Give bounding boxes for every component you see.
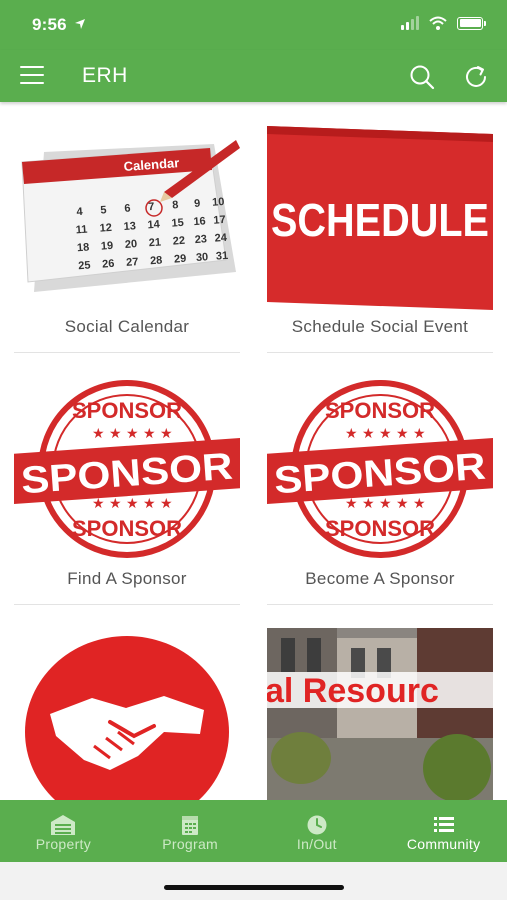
time-text: 9:56 <box>32 15 67 34</box>
svg-text:6: 6 <box>124 203 131 215</box>
svg-text:SPONSOR: SPONSOR <box>72 516 182 541</box>
app-title: ERH <box>82 64 128 87</box>
svg-text:★ ★ ★ ★ ★: ★ ★ ★ ★ ★ <box>92 496 173 512</box>
tile-resources[interactable]: al Resourc <box>267 606 493 800</box>
nav-in-out[interactable]: In/Out <box>254 800 381 862</box>
svg-text:14: 14 <box>147 218 161 231</box>
nav-program[interactable]: Program <box>127 800 254 862</box>
svg-text:29: 29 <box>174 253 187 266</box>
status-time: 9:56 <box>32 15 86 35</box>
svg-text:26: 26 <box>102 258 115 271</box>
home-indicator[interactable] <box>164 885 344 890</box>
svg-text:18: 18 <box>77 241 90 254</box>
svg-text:27: 27 <box>126 256 139 269</box>
svg-text:5: 5 <box>100 204 107 216</box>
tile-schedule-social-event[interactable]: SCHEDULE Schedule Social Event <box>267 102 493 354</box>
wifi-icon <box>429 16 447 30</box>
menu-icon[interactable] <box>20 66 44 86</box>
app-bar: ERH <box>0 50 507 102</box>
svg-text:24: 24 <box>214 232 228 245</box>
location-arrow-icon <box>74 19 85 29</box>
handshake-image <box>14 636 240 800</box>
svg-text:17: 17 <box>213 214 226 227</box>
refresh-icon[interactable] <box>462 63 490 91</box>
signal-icon <box>401 16 419 30</box>
svg-text:25: 25 <box>78 259 91 272</box>
nav-label: In/Out <box>296 836 337 852</box>
svg-text:SPONSOR: SPONSOR <box>325 398 435 423</box>
svg-text:SPONSOR: SPONSOR <box>325 516 435 541</box>
tile-divider <box>267 604 493 605</box>
nav-property[interactable]: Property <box>0 800 127 862</box>
svg-text:15: 15 <box>171 217 184 230</box>
clock-icon <box>307 815 327 835</box>
svg-text:28: 28 <box>150 254 163 267</box>
tile-handshake[interactable] <box>14 606 240 800</box>
tile-divider <box>14 352 240 353</box>
tile-divider <box>267 352 493 353</box>
nav-label: Program <box>162 836 219 852</box>
tile-label: Schedule Social Event <box>291 317 469 336</box>
svg-text:★ ★ ★ ★ ★: ★ ★ ★ ★ ★ <box>345 496 426 512</box>
svg-text:30: 30 <box>196 251 209 264</box>
tile-label: Find A Sponsor <box>67 569 187 588</box>
tile-label: Social Calendar <box>64 317 190 336</box>
svg-text:9: 9 <box>194 198 201 210</box>
svg-text:31: 31 <box>216 250 229 263</box>
svg-text:★ ★ ★ ★ ★: ★ ★ ★ ★ ★ <box>345 426 426 442</box>
svg-text:19: 19 <box>101 240 114 253</box>
svg-text:16: 16 <box>193 215 206 228</box>
svg-text:8: 8 <box>172 199 179 211</box>
svg-text:20: 20 <box>124 238 137 251</box>
community-grid: Calendar 4 5 6 7 8 9 10 11 12 13 14 15 16 17 18 19 20 2… <box>0 102 507 800</box>
svg-text:11: 11 <box>75 224 87 237</box>
home-indicator-area <box>0 862 507 900</box>
calendar-image: Calendar 4 5 6 7 8 9 10 11 12 13 14 15 16 17 18 19 20 2… <box>14 132 240 310</box>
battery-icon <box>457 16 486 30</box>
svg-text:13: 13 <box>123 220 136 233</box>
garage-icon <box>51 815 76 835</box>
tile-find-a-sponsor[interactable]: SPONSOR SPONSOR ★ ★ ★ ★ ★ ★ ★ ★ ★ ★ SPON… <box>14 354 240 606</box>
tile-label: Become A Sponsor <box>305 569 455 588</box>
svg-text:SPONSOR: SPONSOR <box>72 398 182 423</box>
svg-text:22: 22 <box>172 235 185 248</box>
calendar-icon <box>182 816 199 835</box>
resources-photo: al Resourc <box>267 628 493 800</box>
search-icon[interactable] <box>408 63 436 91</box>
nav-label: Community <box>406 836 481 852</box>
sponsor-stamp-image: SPONSOR SPONSOR ★ ★ ★ ★ ★ ★ ★ ★ ★ ★ SPON… <box>14 376 240 562</box>
schedule-image: SCHEDULE <box>267 124 493 310</box>
tile-become-a-sponsor[interactable]: SPONSOR SPONSOR ★ ★ ★ ★ ★ ★ ★ ★ ★ ★ SPON… <box>267 354 493 606</box>
sponsor-stamp-image: SPONSOR SPONSOR ★ ★ ★ ★ ★ ★ ★ ★ ★ ★ SPON… <box>267 376 493 562</box>
svg-text:al Resourc: al Resourc <box>267 672 439 710</box>
svg-text:10: 10 <box>212 196 225 209</box>
bottom-nav: Property Program In/Out Community <box>0 800 507 862</box>
schedule-text: SCHEDULE <box>271 194 489 246</box>
svg-text:★ ★ ★ ★ ★: ★ ★ ★ ★ ★ <box>92 426 173 442</box>
list-icon <box>433 817 454 832</box>
tile-divider <box>14 604 240 605</box>
nav-label: Property <box>35 836 92 852</box>
status-indicators <box>401 16 486 30</box>
status-bar: 9:56 <box>0 0 507 50</box>
svg-text:21: 21 <box>148 236 161 249</box>
svg-text:12: 12 <box>99 222 112 235</box>
tile-social-calendar[interactable]: Calendar 4 5 6 7 8 9 10 11 12 13 14 15 16 17 18 19 20 2… <box>14 102 240 354</box>
svg-text:23: 23 <box>194 233 207 246</box>
nav-community[interactable]: Community <box>380 800 507 862</box>
